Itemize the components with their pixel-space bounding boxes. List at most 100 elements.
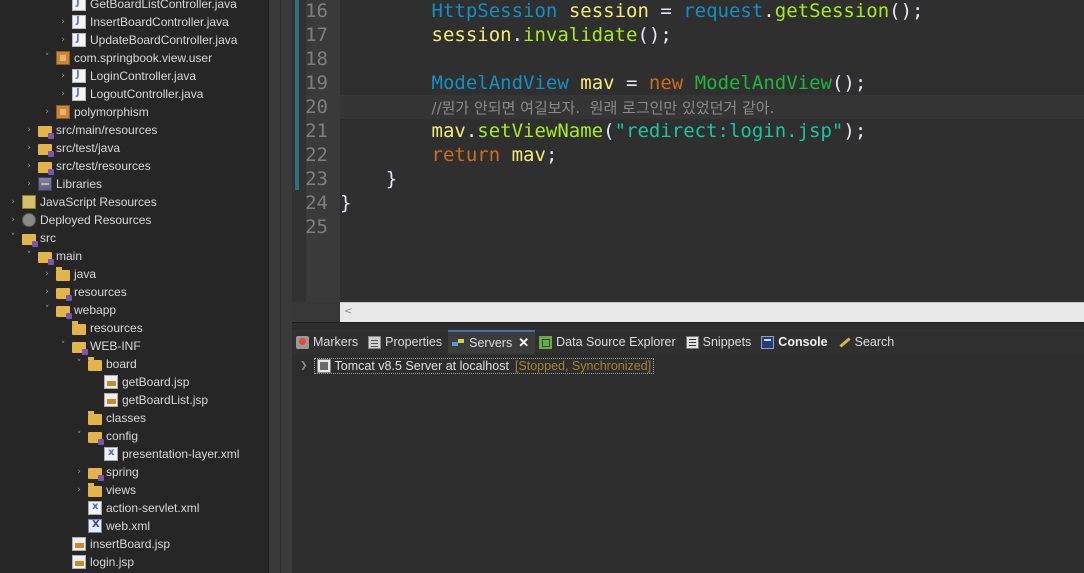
code-line[interactable] <box>340 215 1084 239</box>
chevron-right-icon[interactable]: › <box>58 35 68 45</box>
chevron-right-icon[interactable]: › <box>24 179 34 189</box>
tab-search[interactable]: Search <box>834 330 901 354</box>
server-tree-item[interactable]: ❯ Tomcat v8.5 Server at localhost [Stopp… <box>300 357 655 375</box>
chevron-placeholder <box>90 449 100 459</box>
servers-icon <box>452 337 465 350</box>
tree-item[interactable]: › polymorphism <box>0 103 268 121</box>
tree-item[interactable]: › InsertBoardController.java <box>0 13 268 31</box>
tree-item[interactable]: › LoginController.java <box>0 67 268 85</box>
horizontal-scrollbar[interactable]: < <box>340 302 1084 322</box>
chevron-right-icon[interactable]: › <box>24 125 34 135</box>
code-token: mav <box>511 144 546 166</box>
chevron-right-icon[interactable]: › <box>74 485 84 495</box>
tree-item[interactable]: web.xml <box>0 517 268 535</box>
code-token: (); <box>889 0 924 22</box>
tree-item[interactable]: › src/test/java <box>0 139 268 157</box>
chevron-down-icon[interactable]: ˅ <box>24 251 34 261</box>
server-status: [Stopped, Synchronized] <box>514 359 652 373</box>
tree-item-label: src <box>40 231 56 245</box>
code-editor[interactable]: 16 17 18 19 20 21 22 23 24 25 HttpSession session… <box>292 0 1084 322</box>
line-number: 20 <box>305 96 328 118</box>
tree-item[interactable]: › java <box>0 265 268 283</box>
tab-markers[interactable]: Markers <box>292 330 364 354</box>
tab-servers[interactable]: Servers ✕ <box>448 330 536 354</box>
java-file-icon <box>72 33 86 47</box>
code-line[interactable]: //뭔가 안되면 여길보자. 원래 로그인만 있었던거 같아. <box>340 95 1084 119</box>
code-line[interactable]: } <box>340 191 1084 215</box>
chevron-right-icon[interactable]: › <box>74 467 84 477</box>
chevron-right-icon[interactable]: › <box>42 287 52 297</box>
tree-item[interactable]: ˅ src <box>0 229 268 247</box>
chevron-right-icon[interactable]: ❯ <box>300 361 308 371</box>
tree-item[interactable]: GetBoardListController.java <box>0 0 268 13</box>
tree-item[interactable]: › src/main/resources <box>0 121 268 139</box>
tab-data-source-explorer[interactable]: Data Source Explorer <box>535 330 682 354</box>
chevron-down-icon[interactable]: ˅ <box>74 359 84 369</box>
tree-item[interactable]: login.jsp <box>0 553 268 571</box>
tree-item[interactable]: action-servlet.xml <box>0 499 268 517</box>
code-token: mav <box>431 120 466 142</box>
tree-item[interactable]: ˅ main <box>0 247 268 265</box>
chevron-right-icon[interactable]: › <box>8 197 18 207</box>
code-line[interactable]: ModelAndView mav = new ModelAndView(); <box>340 71 1084 95</box>
tree-item[interactable]: insertBoard.jsp <box>0 535 268 553</box>
console-icon <box>761 335 775 349</box>
chevron-right-icon[interactable]: › <box>8 215 18 225</box>
code-line[interactable]: HttpSession session = request.getSession… <box>340 0 1084 23</box>
code-line[interactable]: session.invalidate(); <box>340 23 1084 47</box>
code-line[interactable]: return mav; <box>340 143 1084 167</box>
tree-item[interactable]: › JavaScript Resources <box>0 193 268 211</box>
tree-item[interactable]: › Libraries <box>0 175 268 193</box>
chevron-right-icon[interactable]: › <box>24 143 34 153</box>
chevron-down-icon[interactable]: ˅ <box>8 233 18 243</box>
code-line[interactable]: mav.setViewName("redirect:login.jsp"); <box>340 119 1084 143</box>
code-line[interactable] <box>340 47 1084 71</box>
source-folder-icon <box>38 161 54 175</box>
tab-console[interactable]: Console <box>757 330 833 354</box>
tree-item[interactable]: › Deployed Resources <box>0 211 268 229</box>
code-token: ModelAndView <box>694 72 832 94</box>
scroll-left-icon[interactable]: < <box>344 306 352 317</box>
tree-item[interactable]: ˅ com.springbook.view.user <box>0 49 268 67</box>
tab-snippets[interactable]: Snippets <box>682 330 758 354</box>
code-token: = <box>648 0 684 22</box>
code-line[interactable]: } <box>340 167 1084 191</box>
tree-item[interactable]: › src/test/resources <box>0 157 268 175</box>
chevron-right-icon[interactable]: › <box>42 269 52 279</box>
tree-item[interactable]: › spring <box>0 463 268 481</box>
tree-item-label: Libraries <box>56 177 103 191</box>
tree-item[interactable]: getBoard.jsp <box>0 373 268 391</box>
chevron-down-icon[interactable]: ˅ <box>42 305 52 315</box>
tree-item[interactable]: ˅ board <box>0 355 268 373</box>
sash-splitter[interactable] <box>268 0 292 573</box>
chevron-right-icon[interactable]: › <box>24 161 34 171</box>
server-entry[interactable]: Tomcat v8.5 Server at localhost [Stopped… <box>313 358 655 374</box>
chevron-right-icon[interactable]: › <box>58 17 68 27</box>
tree-item[interactable]: getBoardList.jsp <box>0 391 268 409</box>
tree-item[interactable]: resources <box>0 319 268 337</box>
tab-label: Snippets <box>702 335 752 349</box>
tree-item[interactable]: › LogoutController.java <box>0 85 268 103</box>
source-folder-icon <box>38 125 54 139</box>
tree-item[interactable]: presentation-layer.xml <box>0 445 268 463</box>
tree-item[interactable]: › resources <box>0 283 268 301</box>
tree-item[interactable]: ˅ config <box>0 427 268 445</box>
chevron-down-icon[interactable]: ˅ <box>58 341 68 351</box>
tab-properties[interactable]: Properties <box>364 330 448 354</box>
tree-item[interactable]: ˅ WEB-INF <box>0 337 268 355</box>
chevron-right-icon[interactable]: › <box>58 71 68 81</box>
chevron-down-icon[interactable]: ˅ <box>74 431 84 441</box>
tree-item-label: board <box>106 357 137 371</box>
tree-item[interactable]: › UpdateBoardController.java <box>0 31 268 49</box>
chevron-down-icon[interactable]: ˅ <box>42 53 52 63</box>
code-area[interactable]: HttpSession session = request.getSession… <box>340 0 1084 302</box>
chevron-right-icon[interactable]: › <box>42 107 52 117</box>
tree-item[interactable]: classes <box>0 409 268 427</box>
close-icon[interactable]: ✕ <box>518 335 529 351</box>
tree-item-label: login.jsp <box>90 555 135 569</box>
chevron-right-icon[interactable]: › <box>58 89 68 99</box>
tree-item[interactable]: ˅ webapp <box>0 301 268 319</box>
tree-item[interactable]: › views <box>0 481 268 499</box>
